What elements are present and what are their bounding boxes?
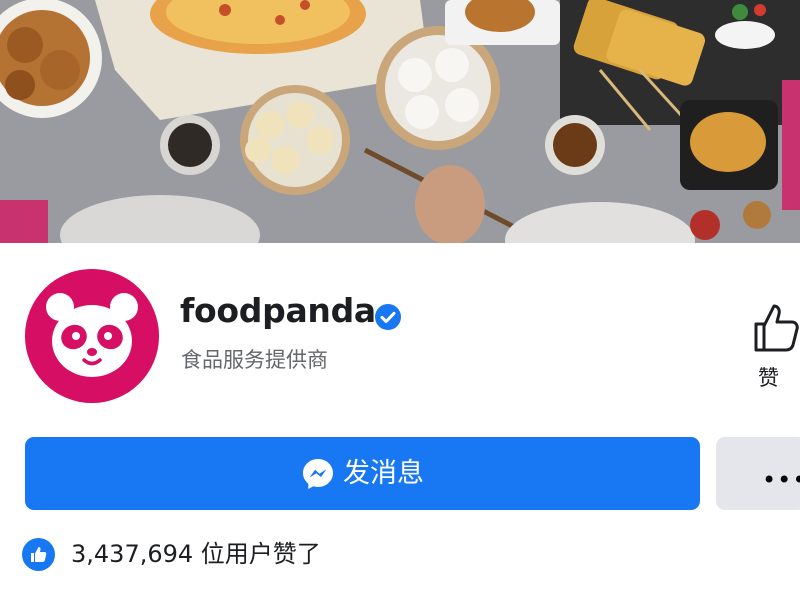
page-title: foodpanda [180, 291, 376, 330]
more-dots-icon: ••• [762, 466, 800, 494]
verified-badge-icon [375, 304, 401, 330]
likes-summary[interactable]: 3,437,694 位用户赞了 [22, 536, 321, 572]
page-avatar[interactable] [25, 269, 159, 403]
like-page-button[interactable]: 赞 [738, 300, 800, 400]
messenger-icon [301, 457, 335, 491]
like-button-label: 赞 [758, 366, 779, 390]
send-message-label: 发消息 [343, 458, 424, 489]
more-options-button[interactable]: ••• [716, 437, 800, 510]
likes-count: 3,437,694 [71, 540, 194, 568]
send-message-button[interactable]: 发消息 [25, 437, 700, 510]
likes-suffix: 位用户赞了 [200, 540, 321, 568]
thumbs-up-icon [746, 300, 800, 354]
likes-count-text: 3,437,694 位用户赞了 [71, 542, 321, 566]
page-category: 食品服务提供商 [181, 348, 328, 372]
like-badge-icon [22, 537, 55, 571]
food-cover-photo [0, 0, 800, 243]
panda-logo-icon [25, 269, 159, 403]
cover-photo[interactable] [0, 0, 800, 243]
